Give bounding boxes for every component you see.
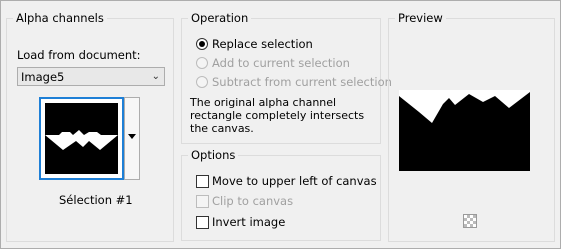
- dialog-frame: Alpha channels Load from document: Image…: [0, 0, 561, 249]
- clip-to-canvas-checkbox[interactable]: [196, 195, 209, 208]
- subtract-selection-label[interactable]: Subtract from current selection: [212, 75, 392, 89]
- document-select-value: Image5: [21, 70, 65, 84]
- preview-shape: [399, 90, 530, 171]
- replace-selection-radio[interactable]: [196, 38, 208, 50]
- add-selection-radio[interactable]: [196, 57, 208, 69]
- thumbnail-image: [45, 103, 118, 174]
- preview-title: Preview: [395, 10, 446, 26]
- invert-image-label[interactable]: Invert image: [212, 215, 285, 229]
- operation-info-text: The original alpha channel rectangle com…: [190, 96, 365, 135]
- load-from-document-label: Load from document:: [17, 48, 141, 62]
- preview-image: [399, 90, 530, 171]
- alpha-channels-title: Alpha channels: [13, 10, 107, 26]
- operation-title: Operation: [188, 10, 252, 26]
- thumbnail-shape: [45, 103, 118, 174]
- alpha-channel-thumbnail[interactable]: [39, 97, 124, 180]
- document-select[interactable]: Image5 ⌄: [17, 67, 165, 86]
- selection-caption: Sélection #1: [59, 193, 133, 207]
- subtract-selection-radio[interactable]: [196, 76, 208, 88]
- radio-selected-dot: [199, 41, 205, 47]
- add-selection-label[interactable]: Add to current selection: [212, 56, 350, 70]
- move-upper-left-checkbox[interactable]: [196, 175, 209, 188]
- zoom-checker-icon[interactable]: [463, 214, 477, 228]
- dropdown-arrow-icon: [128, 134, 136, 139]
- move-upper-left-label[interactable]: Move to upper left of canvas: [212, 174, 377, 188]
- thumbnail-dropdown-button[interactable]: [124, 97, 140, 180]
- invert-image-checkbox[interactable]: [196, 216, 209, 229]
- chevron-down-icon: ⌄: [151, 71, 160, 82]
- clip-to-canvas-label[interactable]: Clip to canvas: [212, 194, 293, 208]
- replace-selection-label[interactable]: Replace selection: [212, 37, 313, 51]
- options-title: Options: [188, 147, 239, 163]
